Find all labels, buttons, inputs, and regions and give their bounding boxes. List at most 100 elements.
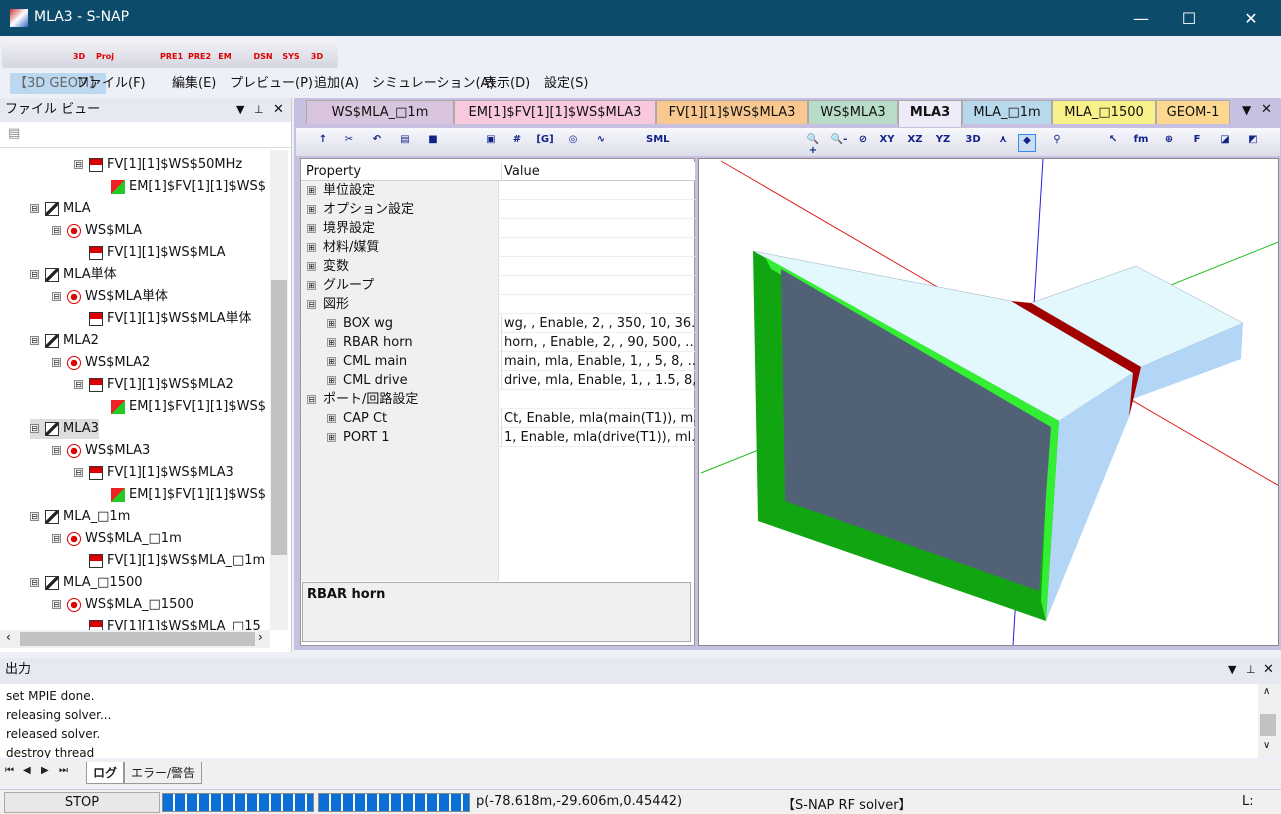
panel-menu-icon[interactable]: ▼: [236, 98, 244, 122]
tab-2[interactable]: FV[1][1]$WS$MLA3: [656, 100, 808, 124]
expander-icon[interactable]: ⊟: [30, 512, 39, 521]
expand-icon[interactable]: ⊞: [307, 243, 316, 252]
output-pin-icon[interactable]: ⊥: [1246, 658, 1256, 682]
3d-viewport[interactable]: [698, 158, 1281, 646]
property-value[interactable]: Ct, Enable, mla(main(T1)), m...: [501, 409, 695, 428]
property-row[interactable]: ⊞ RBAR horn horn, , Enable, 2, , 90, 500, …: [301, 333, 695, 352]
view-tool-4-icon[interactable]: ■: [424, 134, 442, 152]
layout-icon[interactable]: [40, 42, 62, 64]
expander-icon[interactable]: ⊟: [52, 226, 61, 235]
tab-6[interactable]: MLA_□1500: [1052, 100, 1156, 124]
log-nav-3-icon[interactable]: ⏭: [59, 765, 68, 776]
menu-item-7[interactable]: 設定(S): [540, 73, 592, 94]
expand-icon[interactable]: ⊞: [307, 262, 316, 271]
view-tool-6-icon[interactable]: #: [508, 134, 526, 152]
tab-0[interactable]: WS$MLA_□1m: [306, 100, 454, 124]
expand-icon[interactable]: ⊟: [307, 395, 316, 404]
expand-icon[interactable]: ⊞: [307, 281, 316, 290]
property-row[interactable]: ⊞ CML drive drive, mla, Enable, 1, , 1.5, …: [301, 371, 695, 390]
expand-icon[interactable]: ⊞: [327, 357, 336, 366]
tab-7[interactable]: GEOM-1: [1156, 100, 1230, 124]
property-row[interactable]: ⊞ CAP Ct Ct, Enable, mla(main(T1)), m...: [301, 409, 695, 428]
property-category[interactable]: ⊞ 変数: [301, 257, 695, 276]
3d-help-icon[interactable]: 3D: [306, 42, 328, 64]
tab-3[interactable]: WS$MLA3: [808, 100, 898, 124]
log-nav-2-icon[interactable]: ▶: [41, 765, 49, 776]
view-tool-9-icon[interactable]: ∿: [592, 134, 610, 152]
view-tool-1-icon[interactable]: ✂: [340, 134, 358, 152]
tree-item[interactable]: ⊟ MLA: [30, 199, 91, 219]
property-value[interactable]: main, mla, Enable, 1, , 5, 8, ...: [501, 352, 695, 371]
tree-item[interactable]: ⊟ MLA_□1500: [30, 573, 143, 593]
expand-icon[interactable]: ⊞: [327, 338, 336, 347]
view-tool-20-icon[interactable]: ⚲: [1048, 134, 1066, 152]
expander-icon[interactable]: ⊟: [52, 446, 61, 455]
tree-item[interactable]: ⊟ MLA_□1m: [30, 507, 130, 527]
output-tab-1[interactable]: エラー/警告: [124, 762, 203, 784]
view-tool-8-icon[interactable]: ◎: [564, 134, 582, 152]
expander-icon[interactable]: ⊟: [30, 578, 39, 587]
expander-icon[interactable]: ⊟: [52, 600, 61, 609]
em-icon[interactable]: EM: [214, 42, 236, 64]
3d-model-canvas[interactable]: [699, 158, 1281, 646]
output-tab-0[interactable]: ログ: [86, 762, 125, 784]
property-category[interactable]: ⊞ 材料/媒質: [301, 238, 695, 257]
tree-scroll-thumb[interactable]: [271, 280, 287, 555]
menu-item-2[interactable]: 編集(E): [168, 73, 220, 94]
view-tool-26-icon[interactable]: ◩: [1244, 134, 1262, 152]
expander-icon[interactable]: ⊟: [52, 292, 61, 301]
expand-icon[interactable]: ⊞: [307, 205, 316, 214]
property-category[interactable]: ⊞ グループ: [301, 276, 695, 295]
view-tool-19-icon[interactable]: ◆: [1018, 134, 1036, 152]
property-category[interactable]: ⊞ 単位設定: [301, 181, 695, 200]
open-icon[interactable]: [12, 42, 34, 64]
view-tool-12-icon[interactable]: 🔍-: [830, 134, 848, 152]
pre1-icon[interactable]: PRE1: [160, 42, 183, 64]
expander-icon[interactable]: ⊟: [30, 336, 39, 345]
tree-item[interactable]: ⊟ FV[1][1]$WS$MLA3: [74, 463, 234, 483]
view-tool-21-icon[interactable]: ↖: [1104, 134, 1122, 152]
tab-4[interactable]: MLA3: [898, 100, 962, 127]
view-tool-14-icon[interactable]: XY: [878, 134, 896, 152]
expand-icon[interactable]: ⊞: [307, 186, 316, 195]
expander-icon[interactable]: ⊟: [74, 468, 83, 477]
view-tool-22-icon[interactable]: fm: [1132, 134, 1150, 152]
menu-item-5[interactable]: シミュレーション(A): [368, 73, 499, 94]
tree-item[interactable]: ⊟ WS$MLA_□1m: [52, 529, 182, 549]
property-category[interactable]: ⊞ オプション設定: [301, 200, 695, 219]
expand-icon[interactable]: ⊞: [307, 224, 316, 233]
close-panel-icon[interactable]: ✕: [273, 98, 284, 122]
view-tool-7-icon[interactable]: [G]: [536, 134, 554, 152]
expand-icon[interactable]: ⊞: [327, 319, 336, 328]
property-value[interactable]: 1, Enable, mla(drive(T1)), ml...: [501, 428, 695, 447]
expander-icon[interactable]: ⊟: [74, 160, 83, 169]
view-tool-5-icon[interactable]: ▣: [482, 134, 500, 152]
tree-item[interactable]: ⊟ WS$MLA: [52, 221, 142, 241]
tree-item[interactable]: ⊟ WS$MLA単体: [52, 287, 168, 307]
view-tool-24-icon[interactable]: F: [1188, 134, 1206, 152]
view-tool-10-icon[interactable]: SML: [646, 134, 670, 152]
menu-item-3[interactable]: プレビュー(P): [226, 73, 317, 94]
tree-item[interactable]: EM[1]$FV[1][1]$WS$: [96, 177, 266, 197]
view-tool-0-icon[interactable]: ↑: [314, 134, 332, 152]
view-tool-17-icon[interactable]: 3D: [964, 134, 982, 152]
tree-item[interactable]: ⊟ MLA3: [30, 419, 99, 439]
view-tool-25-icon[interactable]: ◪: [1216, 134, 1234, 152]
property-category[interactable]: ⊞ 境界設定: [301, 219, 695, 238]
property-row[interactable]: ⊞ PORT 1 1, Enable, mla(drive(T1)), ml...: [301, 428, 695, 447]
maximize-button[interactable]: ☐: [1166, 6, 1212, 32]
tree-item[interactable]: FV[1][1]$WS$MLA単体: [74, 309, 252, 329]
tab-5[interactable]: MLA_□1m: [962, 100, 1052, 124]
pre2-icon[interactable]: PRE2: [188, 42, 211, 64]
expand-icon[interactable]: ⊞: [327, 376, 336, 385]
expander-icon[interactable]: ⊟: [74, 380, 83, 389]
tree-item[interactable]: ⊟ WS$MLA_□1500: [52, 595, 194, 615]
properties-icon[interactable]: ▤: [0, 122, 291, 148]
output-close-icon[interactable]: ✕: [1263, 658, 1274, 682]
tree-item[interactable]: ⊟ FV[1][1]$WS$MLA2: [74, 375, 234, 395]
tree-item[interactable]: FV[1][1]$WS$MLA_□1m: [74, 551, 265, 571]
stop-button[interactable]: STOP: [4, 792, 160, 813]
view-tool-23-icon[interactable]: ⊕: [1160, 134, 1178, 152]
log-nav-0-icon[interactable]: ⏮: [5, 765, 14, 776]
expand-icon[interactable]: ⊞: [327, 433, 336, 442]
